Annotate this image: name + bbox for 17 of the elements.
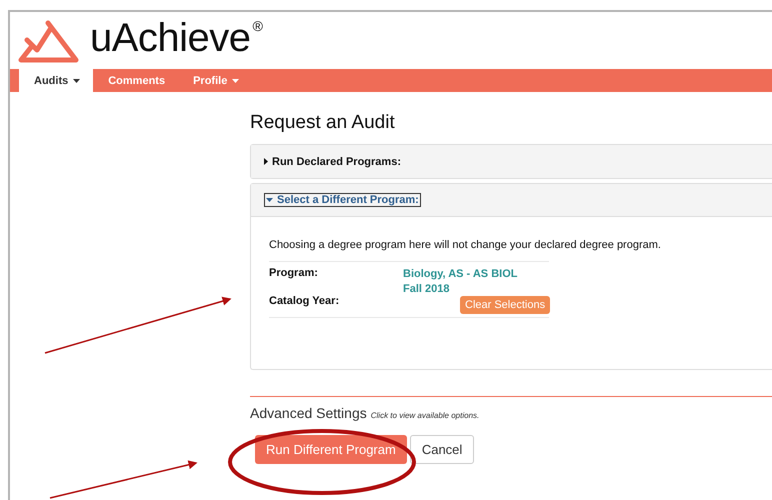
page-title: Request an Audit bbox=[250, 112, 396, 134]
caret-icon bbox=[264, 158, 268, 165]
info-text: Choosing a degree program here will not change your declared degree program. bbox=[269, 239, 662, 251]
caret-icon bbox=[266, 198, 273, 202]
logo-text: uAchieve bbox=[90, 16, 251, 61]
field-value: Fall 2018 bbox=[403, 283, 450, 295]
registered-mark: ® bbox=[252, 18, 263, 34]
logo-icon bbox=[18, 18, 80, 64]
hint-text: Click to view available options. bbox=[370, 411, 480, 420]
cancel-button[interactable]: Cancel bbox=[410, 435, 474, 464]
advanced-settings-link[interactable]: Advanced Settings bbox=[250, 405, 367, 421]
field-value: Biology, AS - AS BIOL bbox=[403, 268, 518, 280]
field-label: Catalog Year: bbox=[269, 295, 340, 309]
nav-tab[interactable]: Audits bbox=[19, 69, 94, 92]
field-label: Program: bbox=[269, 267, 319, 280]
panel-toggle[interactable]: Select a Different Program: bbox=[264, 193, 421, 207]
panel-toggle[interactable]: Run Declared Programs: bbox=[264, 156, 401, 168]
